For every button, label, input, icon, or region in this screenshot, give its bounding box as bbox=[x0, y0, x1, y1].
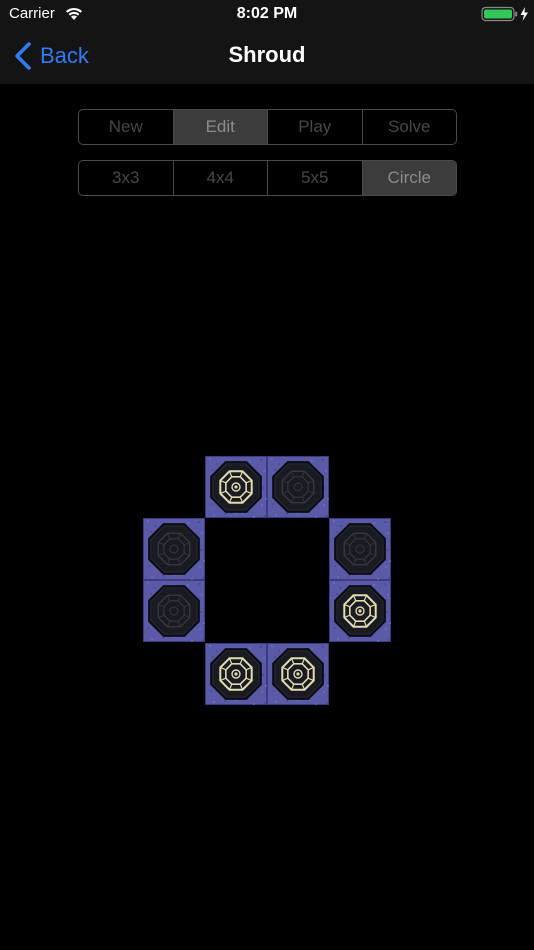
segment-solve[interactable]: Solve bbox=[363, 110, 457, 144]
segment-play[interactable]: Play bbox=[268, 110, 363, 144]
segment-circle[interactable]: Circle bbox=[362, 161, 456, 195]
clock-time: 8:02 PM bbox=[236, 5, 298, 22]
battery-icon bbox=[481, 6, 528, 22]
tile-bottom-right[interactable] bbox=[267, 643, 329, 705]
navigation-bar: Back Shroud bbox=[0, 28, 534, 84]
size-segmented-control: 3x3 4x4 5x5 Circle bbox=[78, 160, 457, 196]
mode-segmented-control: New Edit Play Solve bbox=[78, 109, 457, 145]
segment-new[interactable]: New bbox=[79, 110, 174, 144]
segment-3x3[interactable]: 3x3 bbox=[79, 161, 174, 195]
segment-edit[interactable]: Edit bbox=[173, 110, 268, 144]
puzzle-board bbox=[143, 456, 391, 705]
tile-top-left[interactable] bbox=[205, 456, 267, 518]
tile-right-lower[interactable] bbox=[329, 580, 391, 642]
status-bar: Carrier 8:02 PM bbox=[0, 0, 534, 28]
tile-bottom-left[interactable] bbox=[205, 643, 267, 705]
segment-4x4[interactable]: 4x4 bbox=[174, 161, 268, 195]
segment-5x5[interactable]: 5x5 bbox=[268, 161, 363, 195]
page-title: Shroud bbox=[228, 42, 306, 67]
tile-left-lower[interactable] bbox=[143, 580, 205, 642]
tile-top-right[interactable] bbox=[267, 456, 329, 518]
tile-right-upper[interactable] bbox=[329, 518, 391, 580]
tile-left-upper[interactable] bbox=[143, 518, 205, 580]
